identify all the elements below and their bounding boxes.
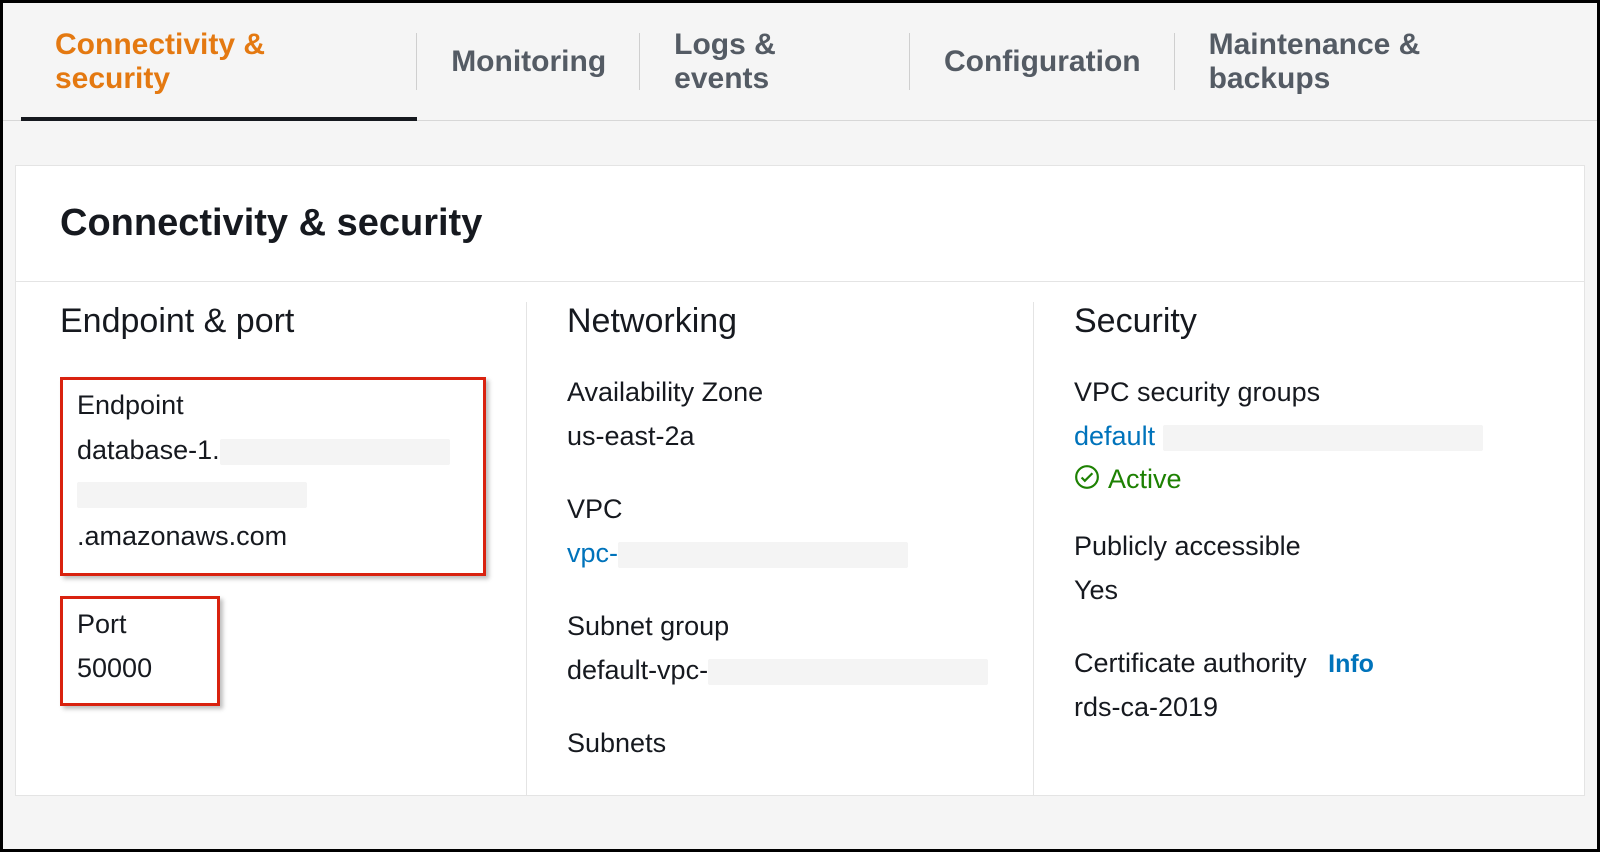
endpoint-value-line2: .amazonaws.com [77,472,469,558]
field-publicly-accessible: Publicly accessible Yes [1074,531,1500,612]
sg-link[interactable]: default [1074,421,1155,451]
endpoint-prefix: database-1. [77,435,220,465]
tab-label: Connectivity & security [55,28,383,96]
az-label: Availability Zone [567,377,993,408]
app-frame: Connectivity & security Monitoring Logs … [0,0,1600,852]
vpc-link[interactable]: vpc- [567,538,618,568]
sg-status-row: Active [1074,464,1500,495]
endpoint-value-line1: database-1. [77,429,469,472]
tab-bar: Connectivity & security Monitoring Logs … [3,3,1597,121]
field-subnets: Subnets [567,728,993,759]
sg-label: VPC security groups [1074,377,1500,408]
field-certificate-authority: Certificate authority Info rds-ca-2019 [1074,648,1500,729]
panel-columns: Endpoint & port Endpoint database-1. .am… [16,282,1584,795]
field-subnet-group: Subnet group default-vpc- [567,611,993,692]
subnet-group-value: default-vpc- [567,650,993,692]
column-security: Security VPC security groups default [1033,302,1540,795]
sg-value: default [1074,416,1500,458]
port-highlight: Port 50000 [60,596,220,707]
endpoint-label: Endpoint [77,390,469,421]
tab-monitoring[interactable]: Monitoring [417,3,640,120]
tab-maintenance-backups[interactable]: Maintenance & backups [1175,3,1579,120]
tab-label: Maintenance & backups [1209,28,1545,96]
subnets-label: Subnets [567,728,993,759]
panel-header: Connectivity & security [16,166,1584,282]
ca-label: Certificate authority [1074,648,1307,678]
field-availability-zone: Availability Zone us-east-2a [567,377,993,458]
column-title: Endpoint & port [60,302,486,341]
sg-status: Active [1108,464,1182,495]
port-value: 50000 [77,648,203,690]
column-networking: Networking Availability Zone us-east-2a … [526,302,1033,795]
vpc-label: VPC [567,494,993,525]
redacted-text [77,482,307,508]
info-link[interactable]: Info [1328,650,1374,678]
az-value: us-east-2a [567,416,993,458]
panel-title: Connectivity & security [60,202,1540,245]
vpc-value: vpc- [567,533,993,575]
port-label: Port [77,609,203,640]
connectivity-panel: Connectivity & security Endpoint & port … [15,165,1585,796]
redacted-text [1163,425,1483,451]
column-endpoint-port: Endpoint & port Endpoint database-1. .am… [60,302,526,795]
subnet-group-label: Subnet group [567,611,993,642]
subnet-group-prefix: default-vpc- [567,655,708,685]
endpoint-highlight: Endpoint database-1. .amazonaws.com [60,377,486,576]
public-value: Yes [1074,570,1500,612]
tab-connectivity-security[interactable]: Connectivity & security [21,3,417,120]
redacted-text [708,659,988,685]
public-label: Publicly accessible [1074,531,1500,562]
redacted-text [618,542,908,568]
field-vpc: VPC vpc- [567,494,993,575]
field-vpc-security-groups: VPC security groups default Active [1074,377,1500,495]
redacted-text [220,439,450,465]
check-circle-icon [1074,464,1100,495]
endpoint-suffix: .amazonaws.com [77,521,287,551]
column-title: Networking [567,302,993,341]
tab-configuration[interactable]: Configuration [910,3,1175,120]
tab-label: Logs & events [674,28,876,96]
ca-label-row: Certificate authority Info [1074,648,1500,679]
tab-label: Configuration [944,45,1141,79]
tab-logs-events[interactable]: Logs & events [640,3,910,120]
column-title: Security [1074,302,1500,341]
ca-value: rds-ca-2019 [1074,687,1500,729]
tab-label: Monitoring [451,45,606,79]
